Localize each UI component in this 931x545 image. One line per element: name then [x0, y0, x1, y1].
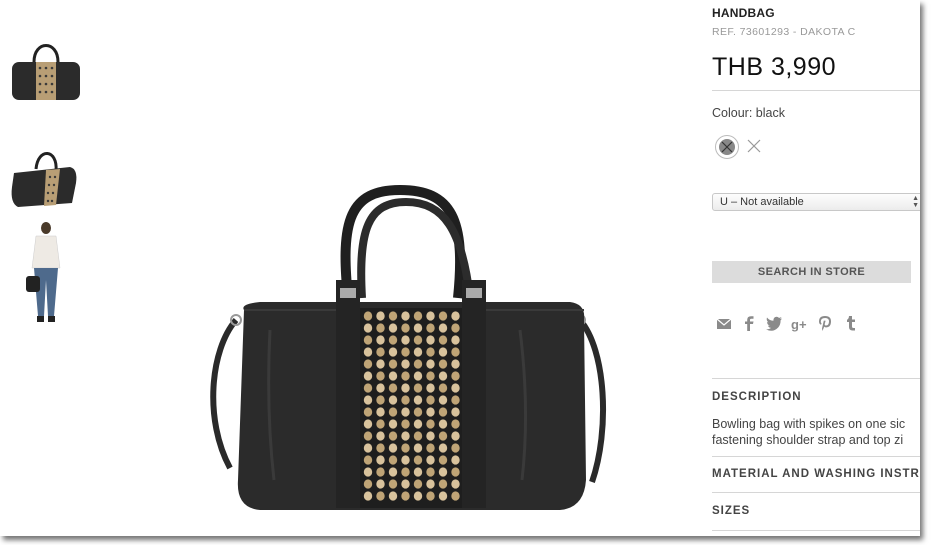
colour-swatch-black[interactable]	[715, 135, 739, 159]
thumbnail-bag-angle[interactable]	[6, 143, 86, 213]
description-heading[interactable]: DESCRIPTION	[712, 391, 802, 403]
divider	[712, 530, 920, 531]
description-text: Bowling bag with spikes on one sic faste…	[712, 416, 920, 448]
bag-angle-thumbnail-image	[11, 152, 77, 207]
thumbnail-bag-front[interactable]	[6, 36, 86, 108]
model-thumbnail-image	[26, 222, 61, 322]
studded-handbag-image	[210, 184, 607, 510]
product-panel: HANDBAG REF. 73601293 - DAKOTA C THB 3,9…	[712, 0, 920, 536]
email-icon[interactable]	[715, 314, 733, 332]
facebook-icon[interactable]	[740, 314, 758, 332]
twitter-icon[interactable]	[765, 314, 783, 332]
select-arrows-icon: ▲ ▼	[912, 195, 919, 209]
product-page: HANDBAG REF. 73601293 - DAKOTA C THB 3,9…	[0, 0, 920, 536]
colour-label: Colour: black	[712, 106, 785, 120]
product-title: HANDBAG	[712, 6, 775, 20]
material-washing-heading[interactable]: MATERIAL AND WASHING INSTR	[712, 468, 920, 480]
tumblr-icon[interactable]	[842, 314, 860, 332]
product-price: THB 3,990	[712, 53, 837, 81]
main-product-image	[200, 180, 620, 520]
google-plus-icon[interactable]: g+	[790, 314, 808, 332]
pinterest-icon[interactable]	[816, 314, 834, 332]
selected-cross-icon	[721, 141, 733, 153]
size-select-value: U – Not available	[720, 196, 804, 208]
bag-front-thumbnail-image	[12, 44, 80, 100]
product-reference: REF. 73601293 - DAKOTA C	[712, 26, 856, 38]
description-line: Bowling bag with spikes on one sic	[712, 417, 906, 431]
divider	[712, 378, 920, 379]
description-line: fastening shoulder strap and top zi	[712, 433, 904, 447]
thumbnail-model[interactable]	[6, 220, 86, 330]
sizes-heading[interactable]: SIZES	[712, 505, 750, 517]
divider	[712, 492, 920, 493]
colour-swatch-unavailable[interactable]	[746, 137, 762, 155]
divider	[712, 456, 920, 457]
size-select[interactable]: U – Not available ▲ ▼	[712, 193, 920, 211]
divider	[712, 90, 920, 91]
close-icon	[747, 139, 761, 153]
svg-text:g+: g+	[791, 317, 807, 332]
search-in-store-button[interactable]: SEARCH IN STORE	[712, 261, 911, 283]
